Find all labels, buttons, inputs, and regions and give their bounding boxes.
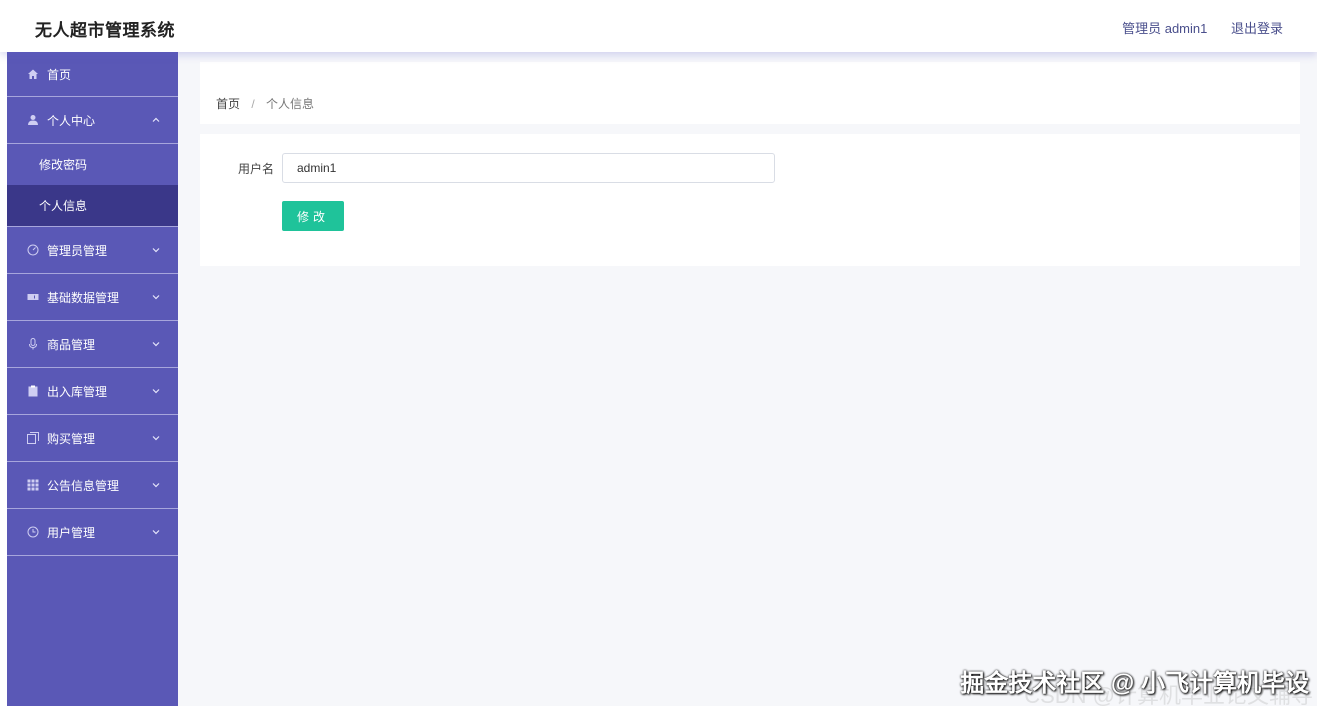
top-header: 无人超市管理系统 管理员 admin1 退出登录 <box>0 0 1317 52</box>
sidebar-item-label: 管理员管理 <box>47 243 108 258</box>
clock-icon <box>27 526 39 538</box>
home-icon <box>27 68 39 80</box>
sidebar-item-inventory[interactable]: 出入库管理 <box>7 368 178 415</box>
chevron-down-icon <box>152 387 160 395</box>
watermark: CSDN @计算机毕业论文辅导 掘金技术社区 @ 小飞计算机毕设 <box>960 670 1313 706</box>
profile-form-card: 用户名 修改 <box>200 134 1300 266</box>
sidebar-item-label: 基础数据管理 <box>47 290 120 305</box>
chevron-up-icon <box>152 116 160 124</box>
username-input[interactable] <box>282 153 775 183</box>
chevron-down-icon <box>152 434 160 442</box>
sidebar-item-label: 个人中心 <box>47 113 96 128</box>
sidebar-item-personal-center[interactable]: 个人中心 <box>7 97 178 144</box>
sidebar-subitem-label: 个人信息 <box>39 199 88 213</box>
watermark-main: 掘金技术社区 @ 小飞计算机毕设 <box>960 670 1309 697</box>
username-label: 用户名 <box>238 162 275 176</box>
dashboard-icon <box>27 244 39 256</box>
sidebar-item-label: 用户管理 <box>47 525 96 540</box>
sidebar-item-product-management[interactable]: 商品管理 <box>7 321 178 368</box>
submenu-personal-center: 修改密码 个人信息 <box>7 144 178 227</box>
breadcrumb-home[interactable]: 首页 <box>216 97 240 111</box>
chevron-down-icon <box>152 528 160 536</box>
sidebar-item-announcements[interactable]: 公告信息管理 <box>7 462 178 509</box>
copy-icon <box>27 432 39 444</box>
sidebar-subitem-label: 修改密码 <box>39 158 88 172</box>
logout-link[interactable]: 退出登录 <box>1231 18 1283 37</box>
chevron-down-icon <box>152 340 160 348</box>
admin-label: 管理员 admin1 <box>1122 21 1208 36</box>
sidebar-item-label: 购买管理 <box>47 431 96 446</box>
breadcrumb-separator: / <box>251 97 255 111</box>
breadcrumb: 首页 / 个人信息 <box>216 95 314 112</box>
sidebar-item-basic-data[interactable]: 基础数据管理 <box>7 274 178 321</box>
sidebar-subitem-change-password[interactable]: 修改密码 <box>7 144 178 185</box>
sidebar-item-admin-management[interactable]: 管理员管理 <box>7 227 178 274</box>
microphone-icon <box>27 338 39 350</box>
breadcrumb-card: 首页 / 个人信息 <box>200 62 1300 124</box>
sidebar: 首页 个人中心 修改密码 个人信息 管理员管理 基础数据管理 商品管理 出入库管… <box>7 52 178 706</box>
sidebar-subitem-personal-info[interactable]: 个人信息 <box>7 185 178 226</box>
sidebar-item-label: 商品管理 <box>47 337 96 352</box>
ticket-icon <box>27 291 39 303</box>
sidebar-item-label: 首页 <box>47 67 72 82</box>
main-content: 首页 / 个人信息 用户名 修改 <box>178 52 1317 706</box>
user-icon <box>27 114 39 126</box>
sidebar-item-user-management[interactable]: 用户管理 <box>7 509 178 556</box>
sidebar-item-label: 公告信息管理 <box>47 478 120 493</box>
chevron-down-icon <box>152 293 160 301</box>
sidebar-item-label: 出入库管理 <box>47 384 108 399</box>
grid-icon <box>27 479 39 491</box>
sidebar-item-home[interactable]: 首页 <box>7 52 178 97</box>
app-title: 无人超市管理系统 <box>35 21 175 40</box>
modify-button[interactable]: 修改 <box>282 201 344 231</box>
app-root: 无人超市管理系统 管理员 admin1 退出登录 首页 个人中心 修改密码 个人… <box>0 0 1317 706</box>
chevron-down-icon <box>152 246 160 254</box>
chevron-down-icon <box>152 481 160 489</box>
sidebar-item-purchase[interactable]: 购买管理 <box>7 415 178 462</box>
breadcrumb-current: 个人信息 <box>266 97 315 111</box>
clipboard-icon <box>27 385 39 397</box>
header-user-area: 管理员 admin1 退出登录 <box>1122 18 1283 37</box>
